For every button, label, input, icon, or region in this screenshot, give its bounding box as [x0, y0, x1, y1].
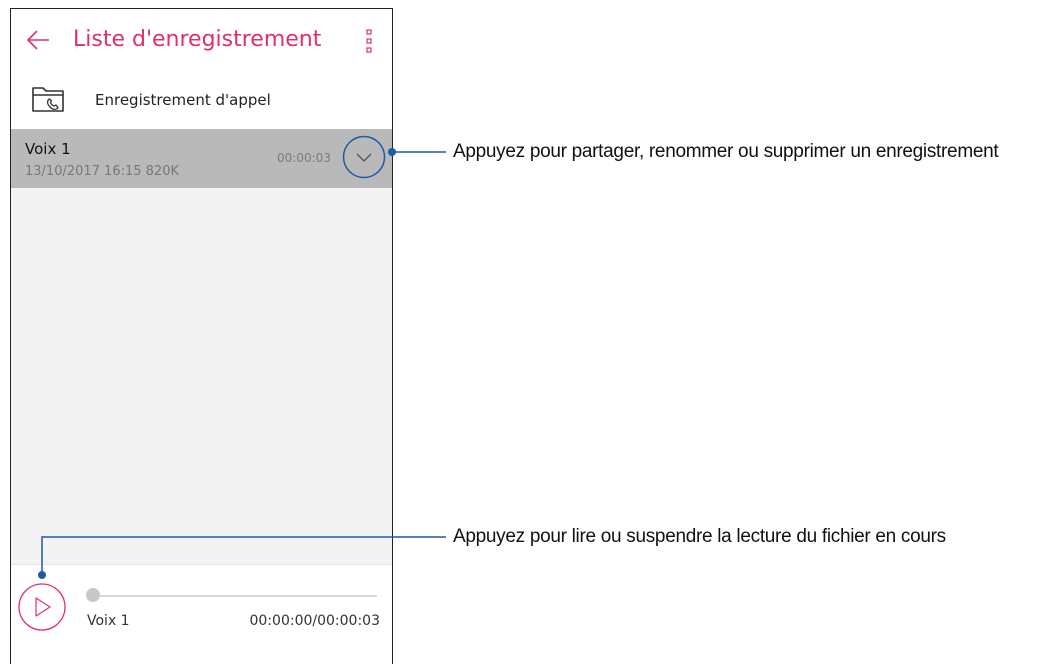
recording-duration: 00:00:03 [277, 151, 331, 165]
callout-play-text: Appuyez pour lire ou suspendre la lectur… [453, 526, 946, 547]
callout-expand-text: Appuyez pour partager, renommer ou suppr… [453, 141, 999, 162]
page-title: Liste d'enregistrement [73, 27, 322, 52]
player-bar: Voix 1 00:00:00/00:00:03 [11, 564, 392, 664]
player-time: 00:00:00/00:00:03 [249, 613, 380, 629]
phone-screen: Liste d'enregistrement Enregistrement d'… [10, 8, 393, 664]
call-folder-icon [32, 87, 64, 112]
folder-label: Enregistrement d'appel [95, 91, 271, 109]
progress-handle[interactable] [86, 588, 100, 602]
recording-row[interactable]: Voix 1 13/10/2017 16:15 820K 00:00:03 [11, 129, 392, 188]
back-arrow-icon[interactable] [25, 27, 51, 53]
chevron-down-icon [356, 153, 372, 162]
recording-name: Voix 1 [25, 140, 71, 158]
folder-call-recordings[interactable]: Enregistrement d'appel [11, 71, 392, 129]
app-bar: Liste d'enregistrement [11, 9, 392, 71]
player-file-name: Voix 1 [87, 613, 130, 629]
progress-track[interactable] [87, 595, 377, 597]
play-pause-button[interactable] [17, 582, 67, 632]
expand-options-button[interactable] [342, 135, 386, 179]
overflow-menu-icon[interactable] [363, 28, 375, 54]
recording-meta: 13/10/2017 16:15 820K [25, 164, 179, 179]
